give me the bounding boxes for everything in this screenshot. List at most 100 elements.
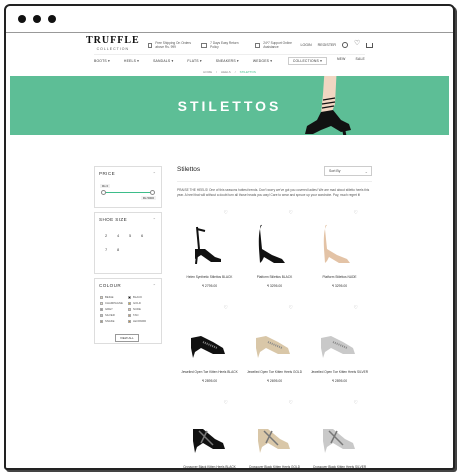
product-card[interactable]: ♡ Jewelled Open Toe Kitten Heels BLACK ₹ 2… <box>177 305 242 389</box>
colour-swatch <box>100 313 103 317</box>
colour-label: BEIGE <box>105 295 114 299</box>
browser-chrome <box>6 6 453 30</box>
filters-sidebar: PRICE ⌃ Rs 0 Rs 5000 SHOE SIZE ⌃ 2 4 5 6… <box>94 166 162 348</box>
product-name[interactable]: Platform Stilettos NUDE <box>307 275 372 279</box>
colour-option[interactable]: GREY <box>100 307 128 311</box>
product-name[interactable]: Crossover Black Kitten Heels BLACK <box>177 465 242 468</box>
product-image[interactable] <box>187 219 227 265</box>
window-dot-icon[interactable] <box>48 15 56 23</box>
slider-min-handle[interactable] <box>101 190 106 195</box>
product-name[interactable]: Crossover Black Kitten Heels GOLD <box>242 465 307 468</box>
window-dot-icon[interactable] <box>33 15 41 23</box>
nav-item-new[interactable]: NEW <box>337 57 346 65</box>
size-option[interactable]: 2 <box>105 233 117 238</box>
colour-label: BLACK <box>133 295 143 299</box>
colour-label: GREY <box>105 307 113 311</box>
colour-option[interactable]: BEIGE <box>100 295 128 299</box>
product-image[interactable] <box>187 314 227 359</box>
product-image[interactable] <box>187 409 227 454</box>
product-name[interactable]: Jewelled Open Toe Kitten Heels BLACK <box>177 370 242 374</box>
product-name[interactable]: Jewelled Open Toe Kitten Heels GOLD <box>242 370 307 374</box>
promo-text: 7 Days Easy Return Policy <box>210 41 239 49</box>
colour-option[interactable]: BLACK <box>128 295 156 299</box>
colour-swatch <box>100 307 103 311</box>
size-option[interactable]: 4 <box>117 233 129 238</box>
product-image[interactable] <box>317 219 357 264</box>
product-image[interactable] <box>252 219 292 264</box>
wishlist-heart-icon[interactable]: ♡ <box>224 305 228 311</box>
cart-icon[interactable] <box>366 42 374 48</box>
product-listing: Stilettos Sort By ⌄ PRAISE THE HEELS! On… <box>177 166 372 468</box>
promo-text: Free Shipping On Orders above Rs. 999 <box>155 41 191 49</box>
product-card[interactable]: ♡Crossover Black Kitten Heels SILVER₹ 29… <box>307 400 372 468</box>
size-option[interactable]: 8 <box>117 247 129 252</box>
chevron-up-icon[interactable]: ⌃ <box>153 171 156 176</box>
product-name[interactable]: Jewelled Open Toe Kitten Heels SILVER <box>307 370 372 374</box>
nav-item-heels[interactable]: HEELS ▾ <box>124 59 139 63</box>
product-card[interactable]: ♡ Jewelled Open Toe Kitten Heels GOLD ₹ 26… <box>242 305 307 389</box>
breadcrumb-home[interactable]: HOME <box>203 70 212 74</box>
chevron-up-icon[interactable]: ⌃ <box>153 217 156 222</box>
nav-item-collections[interactable]: COLLECTIONS ▾ <box>287 56 327 65</box>
colour-option[interactable]: LEOPARD <box>128 319 156 323</box>
colour-option[interactable]: NUDE <box>128 307 156 311</box>
promo-support: 24*7 Support Online Assistance <box>254 41 301 49</box>
main-nav: BOOTS ▾ HEELS ▾ SANDALS ▾ FLATS ▾ SNEAKE… <box>94 54 365 66</box>
register-link[interactable]: REGISTER <box>318 43 336 47</box>
login-link[interactable]: LOGIN <box>300 43 311 47</box>
colour-filter: COLOUR ⌃ BEIGE BLACK CHAMPAGNE GOLD GREY NUDE… <box>94 278 162 344</box>
wishlist-heart-icon[interactable]: ♡ <box>354 210 358 216</box>
size-option[interactable]: 5 <box>129 233 141 238</box>
product-card[interactable]: ♡Crossover Black Kitten Heels BLACK₹ 299… <box>177 400 242 468</box>
nav-item-sale[interactable]: SALE <box>356 57 365 65</box>
filter-title: COLOUR <box>99 283 122 288</box>
product-name[interactable]: Platform Stilettos BLACK <box>242 275 307 279</box>
size-option[interactable]: 6 <box>141 233 153 238</box>
breadcrumb-heels[interactable]: HEELS <box>221 70 231 74</box>
colour-options: BEIGE BLACK CHAMPAGNE GOLD GREY NUDE SILVER TAN… <box>100 295 156 323</box>
chevron-up-icon[interactable]: ⌃ <box>153 283 156 288</box>
wishlist-heart-icon[interactable]: ♡ <box>224 400 228 406</box>
wishlist-heart-icon[interactable]: ♡ <box>289 305 293 311</box>
colour-label: SNAKE <box>105 319 115 323</box>
colour-swatch <box>128 301 131 305</box>
wishlist-heart-icon[interactable]: ♡ <box>289 400 293 406</box>
product-card[interactable]: ♡ Platform Stilettos NUDE ₹ 3295.00 <box>307 210 372 294</box>
nav-item-boots[interactable]: BOOTS ▾ <box>94 59 110 63</box>
size-option[interactable]: 7 <box>105 247 117 252</box>
product-image[interactable] <box>252 314 292 359</box>
price-max-value: Rs 5000 <box>140 196 156 200</box>
product-card[interactable]: ♡ Helen Synthetic Stilettos BLACK ₹ 2795.0… <box>177 210 242 294</box>
product-price: ₹ 3295.00 <box>266 284 283 288</box>
hero-leg-shoe-image <box>305 76 351 135</box>
wishlist-icon[interactable] <box>354 39 360 48</box>
nav-item-wedges[interactable]: WEDGES ▾ <box>253 59 272 63</box>
product-card[interactable]: ♡ Platform Stilettos BLACK ₹ 3295.00 <box>242 210 307 294</box>
view-all-button[interactable]: VIEW ALL <box>115 334 139 342</box>
wishlist-heart-icon[interactable]: ♡ <box>354 400 358 406</box>
product-name[interactable]: Crossover Black Kitten Heels SILVER <box>307 465 372 468</box>
colour-option[interactable]: GOLD <box>128 301 156 305</box>
product-image[interactable] <box>317 409 357 454</box>
price-slider[interactable] <box>101 190 155 195</box>
product-image[interactable] <box>252 409 292 454</box>
colour-option[interactable]: TAN <box>128 313 156 317</box>
product-card[interactable]: ♡ Jewelled Open Toe Kitten Heels SILVER ₹ … <box>307 305 372 389</box>
slider-max-handle[interactable] <box>150 190 155 195</box>
product-image[interactable] <box>317 314 357 359</box>
wishlist-heart-icon[interactable]: ♡ <box>354 305 358 311</box>
sort-dropdown[interactable]: Sort By ⌄ <box>324 166 372 176</box>
nav-item-flats[interactable]: FLATS ▾ <box>187 59 201 63</box>
nav-item-sneakers[interactable]: SNEAKERS ▾ <box>216 59 239 63</box>
nav-item-sandals[interactable]: SANDALS ▾ <box>153 59 173 63</box>
window-dot-icon[interactable] <box>18 15 26 23</box>
product-card[interactable]: ♡Crossover Black Kitten Heels GOLD₹ 2995… <box>242 400 307 468</box>
product-name[interactable]: Helen Synthetic Stilettos BLACK <box>177 275 242 279</box>
site-logo[interactable]: TRUFFLE COLLECTION <box>86 36 140 53</box>
colour-option[interactable]: CHAMPAGNE <box>100 301 128 305</box>
colour-option[interactable]: SILVER <box>100 313 128 317</box>
wishlist-heart-icon[interactable]: ♡ <box>224 210 228 216</box>
wishlist-heart-icon[interactable]: ♡ <box>289 210 293 216</box>
colour-option[interactable]: SNAKE <box>100 319 128 323</box>
search-icon[interactable] <box>342 42 349 48</box>
